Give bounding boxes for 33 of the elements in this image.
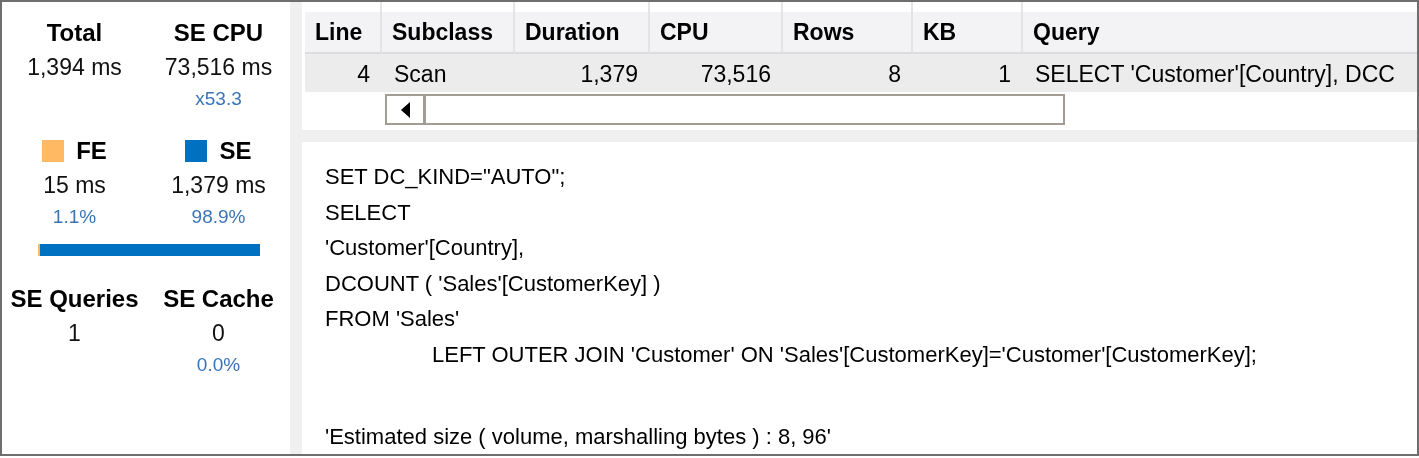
metric-value: 1,394 ms	[27, 53, 122, 82]
metric-value: 1,379 ms	[171, 171, 266, 200]
table-cell-text: SELECT 'Customer'[Country], DCC	[1034, 60, 1396, 89]
query-text-line: SET DC_KIND="AUTO";	[325, 163, 567, 191]
metric-label: Total	[46, 18, 103, 48]
table-cell-text: Scan	[393, 60, 448, 89]
query-text-line: DCOUNT ( 'Sales'[CustomerKey] )	[325, 269, 662, 298]
table-cell-text: 1,379	[579, 60, 639, 89]
metric-label: SE Cache	[163, 284, 274, 314]
metric-value: 73,516 ms	[164, 53, 273, 82]
metric-ratio: 98.9%	[191, 205, 246, 229]
metric-label: SE Queries	[10, 284, 139, 314]
metric-ratio: 0.0%	[196, 353, 241, 377]
metric-label: FE	[76, 136, 107, 166]
metric-value: 0	[212, 319, 225, 348]
query-text-line: LEFT OUTER JOIN 'Customer' ON 'Sales'[CustomerKey]='Customer'[CustomerKey];	[431, 340, 1258, 369]
query-text-line: 'Customer'[Country],	[325, 234, 526, 262]
query-text-line: 'Estimated size ( volume, marshalling bytes ) : 8, 96'	[325, 423, 833, 451]
table-cell-text: 8	[887, 60, 902, 89]
query-text-line: SELECT	[325, 198, 412, 227]
metric-ratio: 1.1%	[52, 205, 97, 229]
scroll-left-icon[interactable]	[400, 101, 410, 118]
table-cell-text: 73,516	[699, 60, 772, 89]
query-text-line: FROM 'Sales'	[325, 305, 461, 333]
table-row[interactable]: 4 Scan 1,379 73,516 8 1 SELECT 'Customer'[Country], DCC	[305, 54, 1417, 92]
metric-value: 15 ms	[43, 171, 106, 200]
metric-label: SE	[219, 136, 252, 166]
table-cell-text: 1	[997, 60, 1012, 89]
metric-ratio: x53.3	[195, 87, 242, 111]
table-cell-text: 4	[356, 60, 371, 89]
metric-value: 1	[68, 319, 81, 348]
metric-label: SE CPU	[173, 18, 264, 48]
horizontal-scrollbar[interactable]	[385, 94, 1065, 125]
